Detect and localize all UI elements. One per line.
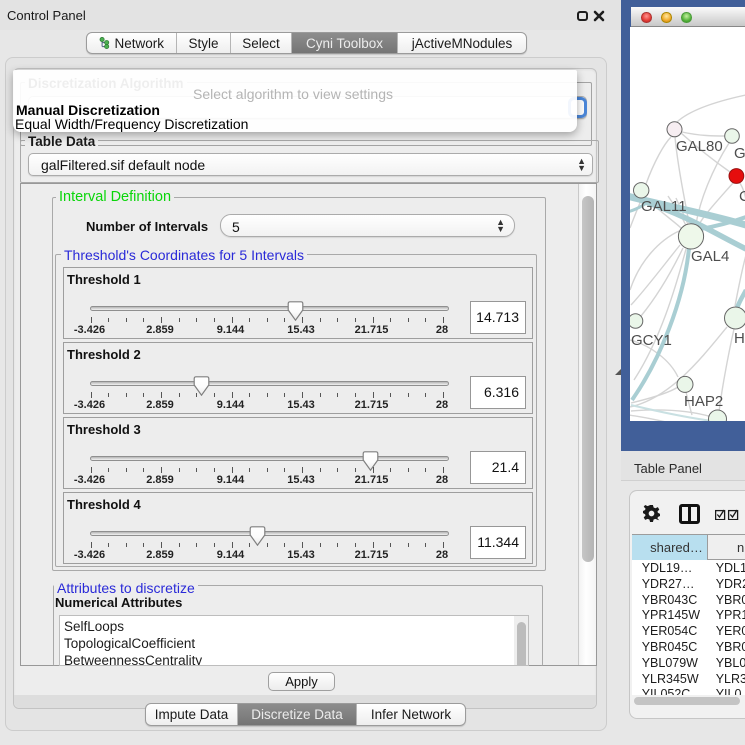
- svg-text:GAL4: GAL4: [691, 248, 729, 265]
- svg-text:H: H: [734, 330, 745, 347]
- svg-text:GAL80: GAL80: [676, 138, 723, 155]
- svg-text:C: C: [739, 188, 745, 205]
- svg-text:G.: G.: [734, 145, 745, 162]
- svg-text:GAL11: GAL11: [641, 198, 687, 215]
- svg-text:GCY1: GCY1: [631, 332, 672, 349]
- svg-text:HAP2: HAP2: [684, 393, 723, 410]
